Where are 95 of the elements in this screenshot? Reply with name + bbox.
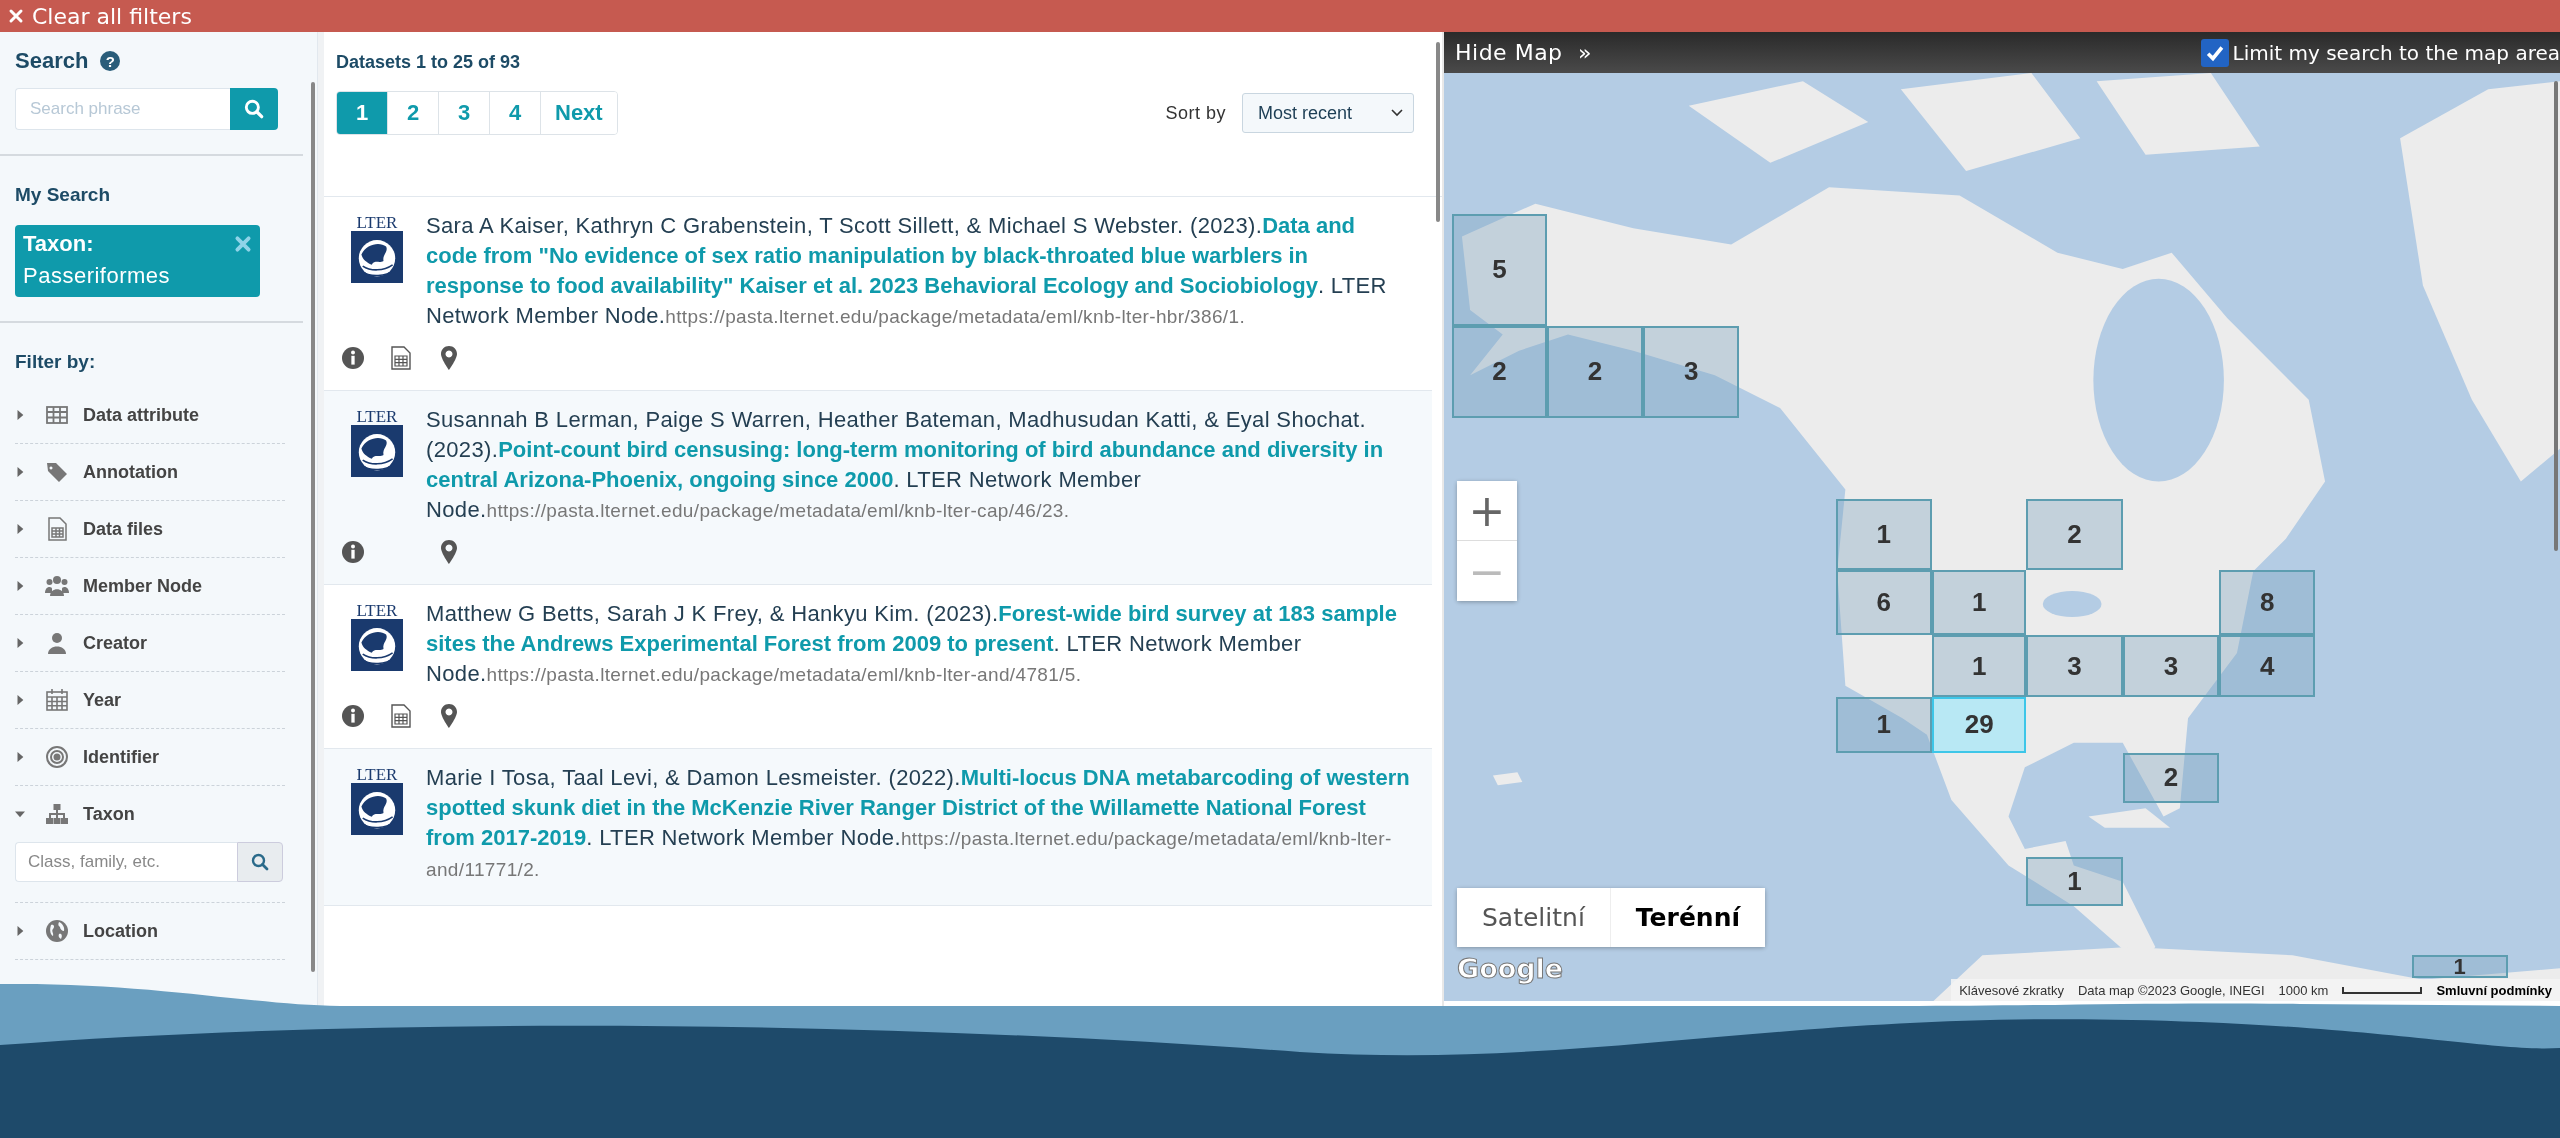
caret-right-icon[interactable] xyxy=(15,925,25,937)
cluster-cell[interactable]: 8 xyxy=(2219,569,2316,635)
caret-right-icon[interactable] xyxy=(15,523,25,535)
cluster-cell[interactable]: 1 xyxy=(1931,569,2027,635)
sort-dropdown[interactable]: Most recent xyxy=(1242,93,1414,133)
info-icon[interactable] xyxy=(342,540,364,564)
search-button[interactable] xyxy=(230,88,278,130)
search-heading: Search xyxy=(15,48,89,74)
scrollbar-thumb[interactable] xyxy=(311,82,315,972)
cluster-cell[interactable]: 1 xyxy=(1931,635,2027,698)
chip-value: Passeriformes xyxy=(23,263,171,289)
cluster-cell[interactable]: 2 xyxy=(2122,752,2219,804)
citation-text: Sara A Kaiser, Kathryn C Grabenstein, T Scott Sillett, & Michael S Webster. (2023).Data and code from "No evidence of sex ratio manipulation by black-throated blue warblers in response to food availability" Kaiser et al. 2023 Behavioral Ecology and Sociobiology. LTER Network Member Node.https://pasta.lternet.edu/package/metadata/eml/knb-lter-hbr/386/1. xyxy=(426,212,1388,330)
cluster-cell[interactable]: 6 xyxy=(1835,569,1932,635)
filter-label[interactable]: Creator xyxy=(83,632,148,654)
taxon-search-button[interactable] xyxy=(237,842,283,882)
caret-right-icon[interactable] xyxy=(15,637,25,649)
caret-right-icon[interactable] xyxy=(15,580,25,592)
scrollbar-thumb[interactable] xyxy=(1436,42,1440,222)
filter-label[interactable]: Member Node xyxy=(83,575,203,597)
search-icon[interactable] xyxy=(250,852,270,872)
citation-text: Matthew G Betts, Sarah J K Frey, & Hankyu Kim. (2023).Forest-wide bird survey at 183 sample sites the Andrews Experimental Forest from 2009 to present. LTER Network Member Node.https://pasta.lternet.edu/package/metadata/eml/knb-lter-and/4781/5. xyxy=(426,600,1398,688)
globe-icon xyxy=(45,919,69,943)
file-icon xyxy=(45,517,69,541)
target-icon xyxy=(45,745,69,769)
globe-logo-icon xyxy=(351,231,403,283)
caret-down-icon[interactable] xyxy=(1391,109,1403,117)
globe-logo-icon xyxy=(351,783,403,835)
cluster-cell[interactable]: 4 xyxy=(2219,635,2316,698)
info-icon[interactable] xyxy=(342,346,364,370)
cluster-cell[interactable]: 1 xyxy=(2411,955,2508,979)
attribution-text[interactable]: Klávesové zkratky xyxy=(1959,982,2064,998)
cluster-cell[interactable]: 3 xyxy=(1643,326,1740,418)
hide-map-button[interactable]: Hide Map » xyxy=(1449,39,1599,66)
limit-label[interactable]: Limit my search to the map area xyxy=(2232,40,2560,65)
cluster-cell[interactable]: 1 xyxy=(1835,499,1932,570)
filter-label[interactable]: Data files xyxy=(83,518,164,540)
logo-text: LTER xyxy=(356,215,398,231)
filter-by-heading: Filter by: xyxy=(15,351,97,373)
search-field[interactable]: Search phrase xyxy=(15,88,230,130)
cluster-cell[interactable]: 3 xyxy=(2026,635,2123,698)
logo-text: LTER xyxy=(356,409,398,425)
map-logo: Google xyxy=(1457,953,1564,984)
attribution-text[interactable]: Data map ©2023 Google, INEGI xyxy=(2077,982,2265,998)
caret-right-icon[interactable] xyxy=(15,466,25,478)
chip-field-label: Taxon: xyxy=(23,231,94,257)
map-pin-icon[interactable] xyxy=(438,346,460,370)
cluster-cell[interactable]: 1 xyxy=(2026,857,2123,907)
person-icon xyxy=(45,631,69,655)
cluster-cell[interactable]: 2 xyxy=(1546,326,1644,418)
results-count: Datasets 1 to 25 of 93 xyxy=(336,52,522,73)
people-icon xyxy=(45,574,69,598)
info-icon[interactable] xyxy=(342,704,364,728)
filter-label[interactable]: Data attribute xyxy=(83,404,199,426)
caret-right-icon[interactable] xyxy=(15,694,25,706)
logo-text: LTER xyxy=(356,767,398,783)
filter-label[interactable]: Taxon xyxy=(83,803,135,825)
taxon-field[interactable]: Class, family, etc. xyxy=(15,842,237,882)
filter-label[interactable]: Location xyxy=(83,920,158,942)
table-icon xyxy=(45,403,69,427)
filter-label[interactable]: Year xyxy=(83,689,122,711)
cluster-cell[interactable]: 29 xyxy=(1931,697,2027,753)
sort-label: Sort by xyxy=(1165,102,1226,124)
sitemap-icon xyxy=(45,802,69,826)
cluster-cell[interactable]: 3 xyxy=(2122,635,2219,698)
citation-text: Susannah B Lerman, Paige S Warren, Heather Bateman, Madhusudan Katti, & Eyal Shochat. (2023).Point-count bird censusing: long-term monitoring of bird abundance and diversity in central Arizona-Phoenix, ongoing since 2000. LTER Network Member Node.https://pasta.lternet.edu/package/metadata/eml/knb-lter-cap/46/23. xyxy=(426,406,1385,524)
scale-bar-icon xyxy=(2342,985,2423,995)
citation-text: Marie I Tosa, Taal Levi, & Damon Lesmeister. (2022).Multi-locus DNA metabarcoding of western spotted skunk diet in the McKenzie River Ranger District of the Willamette National Forest from 2017-2019. LTER Network Member Node.https://pasta.lternet.edu/package/metadata/eml/knb-lter-and/11771/2. xyxy=(426,764,1410,882)
terms-link[interactable]: Smluvní podmínky xyxy=(2436,982,2552,998)
filter-label[interactable]: Identifier xyxy=(83,746,159,768)
help-icon[interactable]: ? xyxy=(100,51,121,71)
map-type-button[interactable]: Terénní xyxy=(1610,888,1765,947)
cluster-cell[interactable]: 5 xyxy=(1452,213,1547,327)
globe-logo-icon xyxy=(351,425,403,477)
search-icon[interactable] xyxy=(243,98,265,120)
data-table-icon[interactable] xyxy=(390,704,412,728)
cluster-cell[interactable]: 2 xyxy=(2026,499,2123,570)
scale-label: 1000 km xyxy=(2278,982,2329,998)
globe-logo-icon xyxy=(351,619,403,671)
zoom-in-button[interactable]: + xyxy=(1457,481,1517,541)
caret-right-icon[interactable] xyxy=(15,751,25,763)
clear-filters-button[interactable]: Clear all filters xyxy=(0,0,200,32)
caret-right-icon[interactable] xyxy=(15,409,25,421)
scrollbar-thumb[interactable] xyxy=(2554,81,2558,551)
my-search-heading: My Search xyxy=(15,184,112,206)
map-pin-icon[interactable] xyxy=(438,540,460,564)
calendar-icon xyxy=(45,688,69,712)
data-table-icon[interactable] xyxy=(390,346,412,370)
map-type-button[interactable]: Satelitní xyxy=(1457,888,1611,947)
logo-text: LTER xyxy=(356,603,398,619)
tag-icon xyxy=(45,460,69,484)
cluster-cell[interactable]: 1 xyxy=(1835,697,1932,753)
cluster-cell[interactable]: 2 xyxy=(1452,326,1547,418)
map-pin-icon[interactable] xyxy=(438,704,460,728)
filter-label[interactable]: Annotation xyxy=(83,461,178,483)
